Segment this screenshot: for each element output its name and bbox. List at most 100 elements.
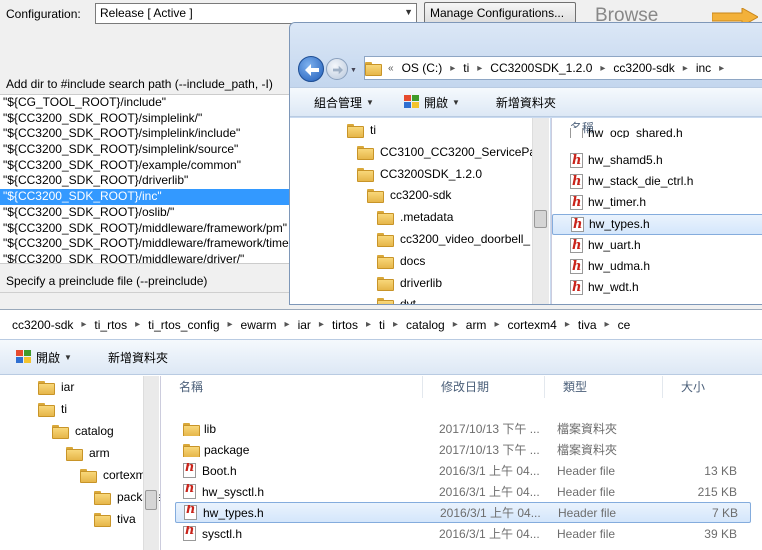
breadcrumb-item[interactable]: iar <box>292 318 317 332</box>
breadcrumb-item[interactable]: cortexm4 <box>501 318 562 332</box>
breadcrumb-item[interactable]: tiva <box>572 318 603 332</box>
new-folder-button[interactable]: 新增資料夾 <box>84 349 180 366</box>
tree-item[interactable]: ti <box>38 398 67 420</box>
breadcrumb-item[interactable]: catalog <box>400 318 451 332</box>
open-button[interactable]: 開啟 ▼ <box>0 349 84 366</box>
chevron-right-icon[interactable]: ▸ <box>681 63 690 74</box>
scrollbar-thumb[interactable] <box>534 210 547 228</box>
file-item[interactable]: hw_uart.h <box>552 235 762 256</box>
file-item[interactable]: hw_shamd5.h <box>552 150 762 171</box>
tree-item[interactable]: dvt <box>377 293 416 304</box>
chevron-right-icon[interactable]: ▸ <box>603 319 612 330</box>
file-row[interactable]: package 2017/10/13 下午 ... 檔案資料夾 <box>175 439 751 460</box>
chevron-down-icon: ▼ <box>64 352 72 362</box>
file-item[interactable]: hw_types.h <box>552 213 762 235</box>
breadcrumb-item[interactable]: ti <box>457 61 475 75</box>
breadcrumb-item[interactable]: tirtos <box>326 318 364 332</box>
breadcrumb-item[interactable]: inc <box>690 61 717 75</box>
chevron-right-icon[interactable]: ▸ <box>364 319 373 330</box>
chevron-right-icon[interactable]: ▸ <box>317 319 326 330</box>
configuration-select[interactable]: Release [ Active ] ▼ <box>95 3 417 24</box>
include-path-item[interactable]: "${CC3200_SDK_ROOT}/oslib/" <box>0 205 289 221</box>
tree-item[interactable]: iar <box>38 376 74 398</box>
chevron-right-icon[interactable]: ▸ <box>717 63 726 74</box>
include-path-item[interactable]: "${CC3200_SDK_ROOT}/middleware/framework… <box>0 236 289 252</box>
file-item[interactable]: hw_udma.h <box>552 256 762 277</box>
file-item[interactable]: hw_ocp_shared.h <box>552 128 762 138</box>
file-name: hw_udma.h <box>588 259 651 273</box>
include-path-item[interactable]: "${CC3200_SDK_ROOT}/simplelink/" <box>0 111 289 127</box>
breadcrumb-item[interactable]: ti <box>373 318 391 332</box>
address-path[interactable]: cc3200-sdk ▸ ti_rtos ▸ ti_rtos_config ▸ ewarm ▸… <box>0 310 762 340</box>
include-path-item[interactable]: "${CC3200_SDK_ROOT}/simplelink/include" <box>0 126 289 142</box>
include-path-list[interactable]: "${CG_TOOL_ROOT}/include" "${CC3200_SDK_R… <box>0 94 289 264</box>
forward-button[interactable] <box>326 58 348 80</box>
file-row[interactable]: hw_types.h 2016/3/1 上午 04... Header file 7 … <box>175 502 751 523</box>
file-name: Boot.h <box>202 463 237 478</box>
organize-button[interactable]: 組合管理 ▼ <box>290 94 386 111</box>
tree-item[interactable]: .metadata <box>377 206 453 228</box>
file-row[interactable]: hw_sysctl.h 2016/3/1 上午 04... Header file 2… <box>175 481 751 502</box>
file-item[interactable]: hw_stack_die_ctrl.h <box>552 171 762 192</box>
breadcrumb-item[interactable]: OS (C:) <box>396 61 449 75</box>
tree-item[interactable]: catalog <box>52 420 114 442</box>
column-header[interactable]: 大小 <box>663 376 762 398</box>
navigation-tree[interactable]: ti CC3100_CC3200_ServicePack CC3200SDK_1.2… <box>290 118 550 304</box>
include-path-item[interactable]: "${CC3200_SDK_ROOT}/driverlib" <box>0 173 289 189</box>
column-header[interactable]: 類型 <box>545 376 663 398</box>
chevron-right-icon[interactable]: ▸ <box>448 63 457 74</box>
tree-item[interactable]: tiva <box>94 508 136 530</box>
include-path-item[interactable]: "${CC3200_SDK_ROOT}/middleware/driver/" <box>0 252 289 263</box>
chevron-right-icon[interactable]: ▸ <box>598 63 607 74</box>
history-dropdown-icon[interactable]: ▼ <box>350 67 357 74</box>
tree-item[interactable]: arm <box>66 442 110 464</box>
file-list[interactable]: 名稱 hw_ocp_shared.hhw_shamd5.hhw_stack_di… <box>551 118 762 304</box>
new-folder-button[interactable]: 新增資料夾 <box>472 94 568 111</box>
browse-button[interactable]: Browse <box>593 2 673 22</box>
tree-item[interactable]: cortexm4 <box>80 464 152 486</box>
breadcrumb-item[interactable]: ti_rtos <box>88 318 133 332</box>
file-row[interactable]: sysctl.h 2016/3/1 上午 04... Header file 39 K… <box>175 523 751 544</box>
file-item[interactable]: hw_timer.h <box>552 192 762 213</box>
scrollbar-thumb[interactable] <box>145 490 157 510</box>
address-path[interactable]: «OS (C:) ▸ ti ▸ CC3200SDK_1.2.0 ▸ cc3200-sdk ▸ i… <box>364 56 762 80</box>
chevron-right-icon[interactable]: ▸ <box>226 319 235 330</box>
file-list[interactable]: 名稱 修改日期 類型 大小 lib 2017/10/13 下午 ... 檔案資料夾 pack… <box>160 376 762 550</box>
chevron-right-icon[interactable]: ▸ <box>563 319 572 330</box>
breadcrumb-item[interactable]: CC3200SDK_1.2.0 <box>484 61 598 75</box>
column-header[interactable]: 修改日期 <box>423 376 545 398</box>
open-button[interactable]: 開啟 ▼ <box>386 94 472 111</box>
column-header[interactable]: 名稱 <box>161 376 423 398</box>
breadcrumb-item[interactable]: arm <box>460 318 493 332</box>
tree-scrollbar[interactable] <box>143 376 159 550</box>
tree-item[interactable]: CC3100_CC3200_ServicePack <box>357 141 548 163</box>
chevron-right-icon[interactable]: ▸ <box>451 319 460 330</box>
chevron-right-icon[interactable]: ▸ <box>79 319 88 330</box>
chevron-right-icon[interactable]: ▸ <box>391 319 400 330</box>
include-path-item[interactable]: "${CC3200_SDK_ROOT}/middleware/framework… <box>0 221 289 237</box>
breadcrumb-item[interactable]: ewarm <box>235 318 283 332</box>
navigation-tree[interactable]: iar ti catalog arm cortexm4 package tiva <box>0 376 160 550</box>
back-button[interactable] <box>298 56 324 82</box>
tree-item[interactable]: cc3200_video_doorbell_ <box>377 228 530 250</box>
file-row[interactable]: lib 2017/10/13 下午 ... 檔案資料夾 <box>175 418 751 439</box>
tree-item[interactable]: docs <box>377 250 425 272</box>
breadcrumb-item[interactable]: cc3200-sdk <box>607 61 680 75</box>
include-path-item[interactable]: "${CG_TOOL_ROOT}/include" <box>0 95 289 111</box>
breadcrumb-item[interactable]: cc3200-sdk <box>6 318 79 332</box>
chevron-right-icon[interactable]: ▸ <box>133 319 142 330</box>
breadcrumb-item[interactable]: ce <box>612 318 637 332</box>
chevron-right-icon[interactable]: ▸ <box>283 319 292 330</box>
breadcrumb-item[interactable]: ti_rtos_config <box>142 318 225 332</box>
tree-item[interactable]: driverlib <box>377 272 442 294</box>
file-row[interactable]: Boot.h 2016/3/1 上午 04... Header file 13 KB <box>175 460 751 481</box>
tree-item[interactable]: cc3200-sdk <box>367 184 451 206</box>
file-item[interactable]: hw_wdt.h <box>552 277 762 298</box>
include-path-item[interactable]: "${CC3200_SDK_ROOT}/example/common" <box>0 158 289 174</box>
tree-item[interactable]: ti <box>347 119 376 141</box>
chevron-right-icon[interactable]: ▸ <box>492 319 501 330</box>
include-path-item[interactable]: "${CC3200_SDK_ROOT}/inc" <box>0 189 289 205</box>
include-path-item[interactable]: "${CC3200_SDK_ROOT}/simplelink/source" <box>0 142 289 158</box>
tree-item[interactable]: CC3200SDK_1.2.0 <box>357 163 482 185</box>
chevron-right-icon[interactable]: ▸ <box>475 63 484 74</box>
